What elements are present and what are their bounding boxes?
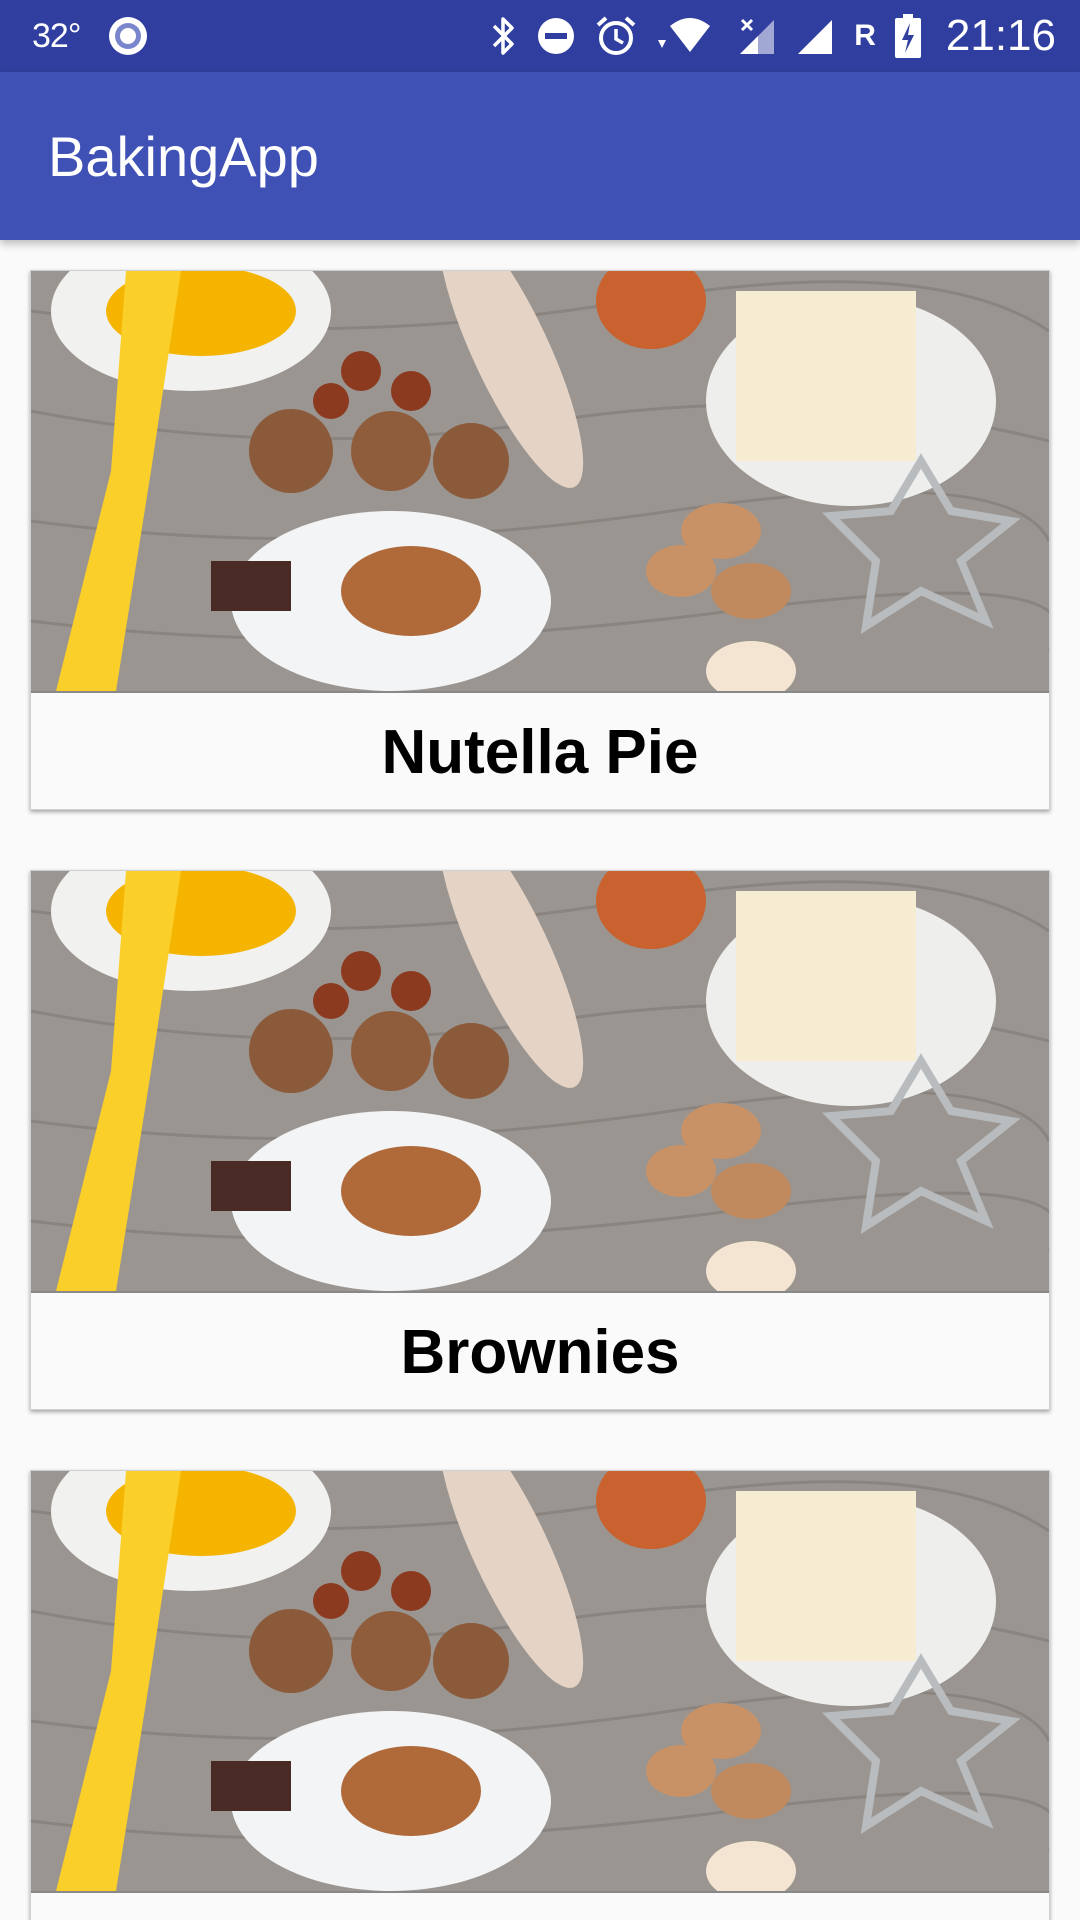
recipe-image [31,271,1049,691]
recipe-card[interactable]: Nutella Pie [30,270,1050,810]
app-title: BakingApp [48,125,319,188]
network-type-text: R [854,19,876,52]
battery-charging-icon [894,13,922,59]
temperature-text: 32° [32,16,81,55]
recipe-card[interactable] [30,1470,1050,1920]
clock-text: 21:16 [945,11,1056,60]
signal-strength-icon [796,14,836,58]
recipe-card[interactable]: Brownies [30,870,1050,1410]
signal-icon [738,14,778,58]
bluetooth-icon [488,14,518,58]
do-not-disturb-icon [536,16,576,56]
recipe-list[interactable]: Nutella Pie Brownies [0,240,1080,1920]
recipe-name: Nutella Pie [31,691,1049,811]
location-icon [106,14,150,58]
app-bar: BakingApp [0,72,1080,240]
status-bar: 32° R 21:16 [0,0,1080,72]
recipe-name: Brownies [31,1291,1049,1411]
alarm-icon [594,14,638,58]
recipe-image [31,1471,1049,1891]
recipe-image [31,871,1049,1291]
recipe-name [31,1891,1049,1920]
wifi-icon [656,14,720,58]
